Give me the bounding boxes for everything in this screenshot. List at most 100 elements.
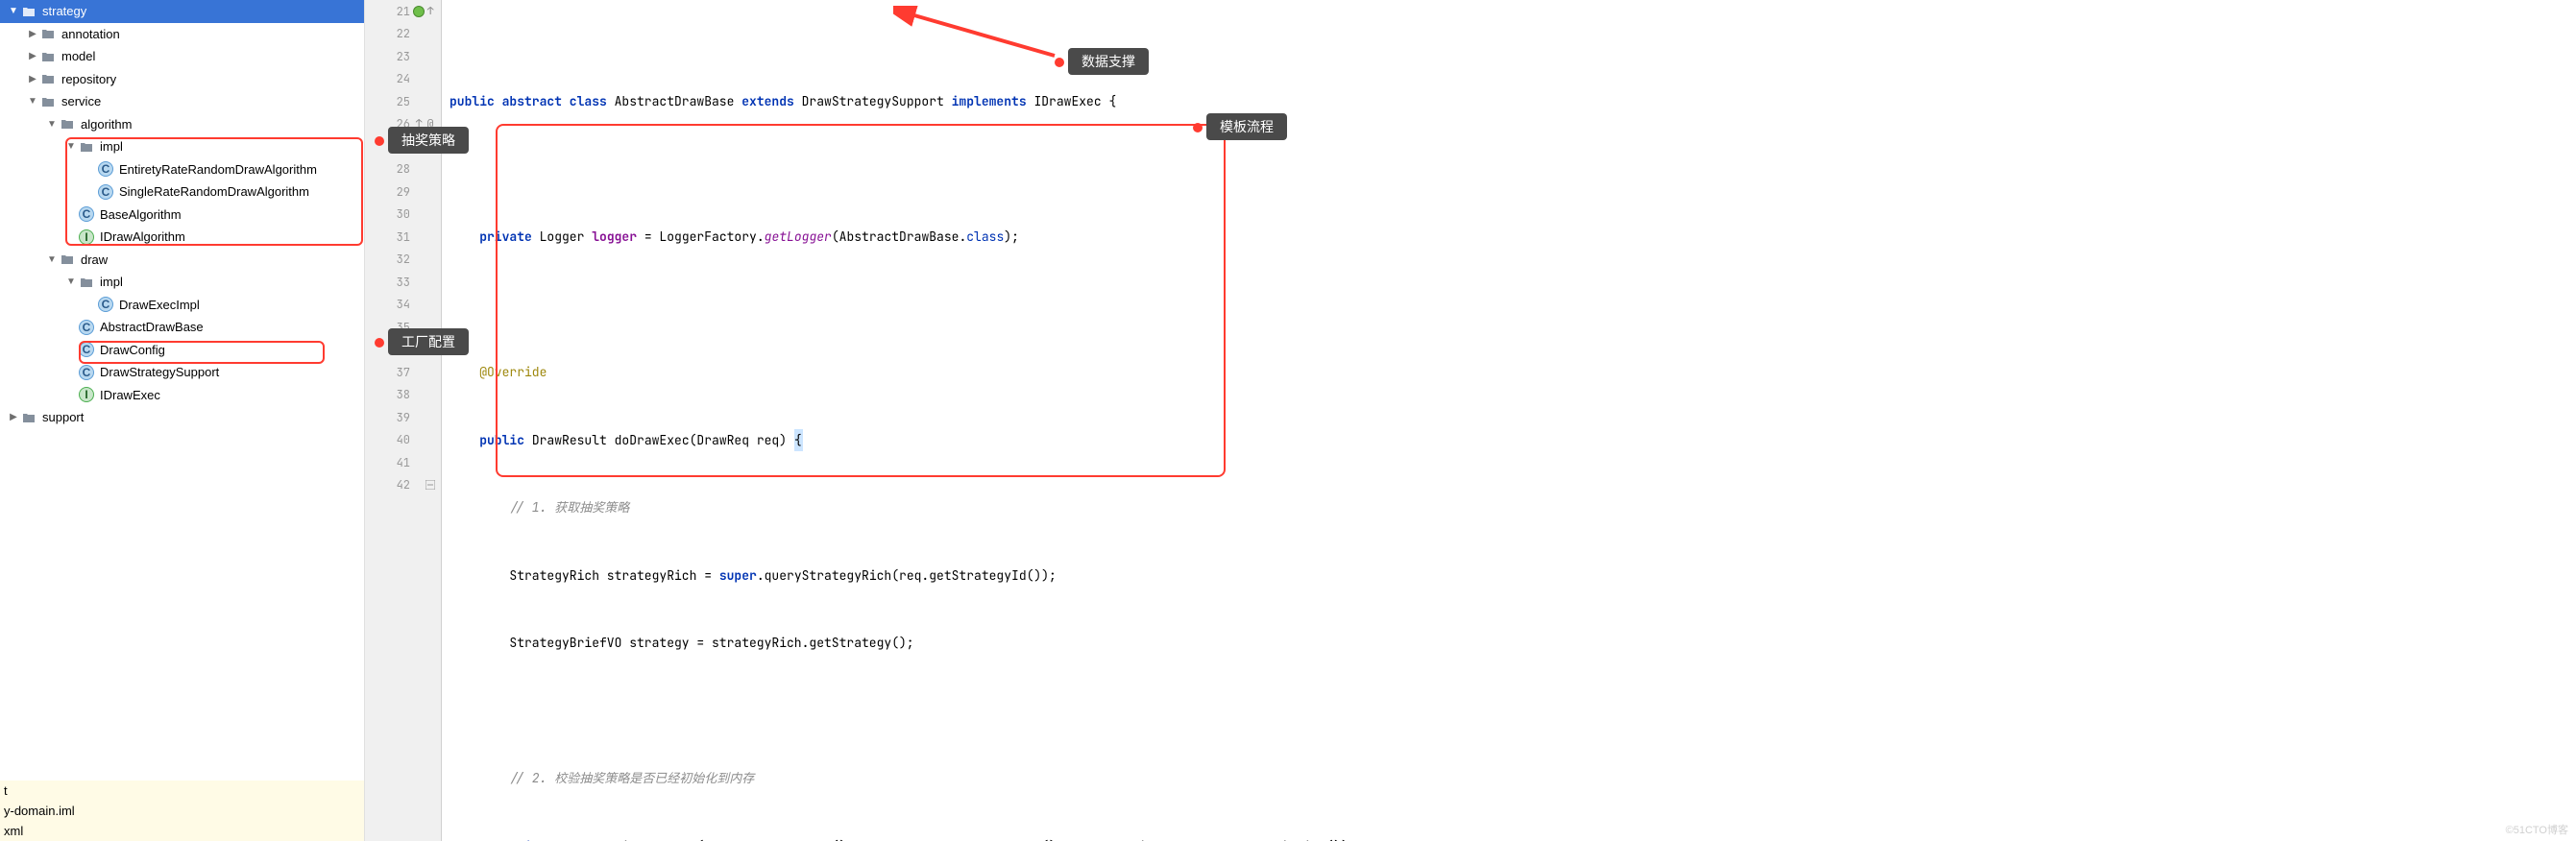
code-line-28[interactable]: StrategyRich strategyRich = super.queryS…	[450, 565, 2576, 588]
gutter-line-28[interactable]: 28	[365, 158, 441, 181]
chevron-down-icon[interactable]: ▼	[63, 139, 79, 155]
gutter-line-29[interactable]: 29	[365, 180, 441, 204]
tree-item-drawstrategysupport[interactable]: CDrawStrategySupport	[0, 361, 364, 384]
tree-item-annotation[interactable]: ▶ annotation	[0, 23, 364, 46]
tree-item-singleraterandomdrawalgorithm[interactable]: CSingleRateRandomDrawAlgorithm	[0, 180, 364, 204]
tree-item-algorithm[interactable]: ▼ algorithm	[0, 113, 364, 136]
gutter-line-41[interactable]: 41	[365, 451, 441, 474]
tree-label: strategy	[42, 4, 86, 18]
fold-gutter-icon[interactable]	[424, 478, 437, 492]
code-line-31[interactable]: // 2. 校验抽奖策略是否已经初始化到内存	[450, 767, 2576, 790]
class-icon: C	[98, 297, 113, 312]
code-line-29[interactable]: StrategyBriefVO strategy = strategyRich.…	[450, 632, 2576, 655]
code-line-32[interactable]: this.checkAndInitRateData(req.getStrateg…	[450, 835, 2576, 841]
chevron-right-icon[interactable]: ▶	[25, 49, 40, 64]
gutter-line-24[interactable]: 24	[365, 68, 441, 91]
chevron-right-icon[interactable]: ▶	[6, 410, 21, 425]
chevron-down-icon[interactable]: ▼	[44, 252, 60, 267]
tree-label: AbstractDrawBase	[100, 320, 204, 334]
tree-label: DrawExecImpl	[119, 298, 200, 312]
project-tree[interactable]: ▼strategy▶annotation▶model▶repository▼se…	[0, 0, 365, 841]
chevron-right-icon[interactable]: ▶	[25, 26, 40, 41]
gutter-line-32[interactable]: 32	[365, 249, 441, 272]
code-line-27[interactable]: // 1. 获取抽奖策略	[450, 496, 2576, 519]
code-line-22[interactable]	[450, 158, 2576, 181]
tree-label: algorithm	[81, 117, 132, 132]
arrow-spacer	[63, 320, 79, 335]
code-line-25[interactable]: @Override	[450, 361, 2576, 384]
tree-item-entiretyraterandomdrawalgorithm[interactable]: CEntiretyRateRandomDrawAlgorithm	[0, 158, 364, 181]
arrow-spacer	[63, 342, 79, 357]
tree-item-drawconfig[interactable]: CDrawConfig	[0, 339, 364, 362]
gutter-line-31[interactable]: 31	[365, 226, 441, 249]
override-gutter-icon[interactable]	[424, 5, 437, 18]
code-line-23[interactable]: private Logger logger = LoggerFactory.ge…	[450, 226, 2576, 249]
arrow-spacer	[63, 365, 79, 380]
callout-template-flow: 模板流程	[1206, 113, 1287, 140]
callout-dot	[1193, 123, 1203, 132]
tree-item-support[interactable]: ▶ support	[0, 406, 364, 429]
tree-item-impl[interactable]: ▼ impl	[0, 271, 364, 294]
chevron-down-icon[interactable]: ▼	[6, 4, 21, 19]
gutter-line-40[interactable]: 40	[365, 429, 441, 452]
tree-label: annotation	[61, 27, 120, 41]
callout-factory-config: 工厂配置	[388, 328, 469, 355]
folder-icon	[60, 116, 75, 132]
folder-icon	[40, 71, 56, 86]
class-icon: C	[79, 320, 94, 335]
code-line-24[interactable]	[450, 294, 2576, 317]
tree-item-strategy[interactable]: ▼ strategy	[0, 0, 364, 23]
callout-lottery-strategy: 抽奖策略	[388, 127, 469, 154]
folder-icon	[79, 275, 94, 290]
tree-item-impl[interactable]: ▼impl	[0, 135, 364, 158]
tree-label: IDrawAlgorithm	[100, 229, 185, 244]
folder-icon	[60, 252, 75, 267]
gutter-line-42[interactable]: 42	[365, 474, 441, 497]
chevron-down-icon[interactable]: ▼	[44, 116, 60, 132]
arrow-spacer	[63, 387, 79, 402]
tree-item-repository[interactable]: ▶repository	[0, 68, 364, 91]
tree-label: impl	[100, 275, 123, 289]
tree-label: support	[42, 410, 84, 424]
gutter-line-23[interactable]: 23	[365, 45, 441, 68]
tree-label: BaseAlgorithm	[100, 207, 182, 222]
gutter-line-22[interactable]: 22	[365, 23, 441, 46]
tree-item-idrawalgorithm[interactable]: IIDrawAlgorithm	[0, 226, 364, 249]
tree-item-idrawexec[interactable]: IIDrawExec	[0, 384, 364, 407]
code-editor[interactable]: public abstract class AbstractDrawBase e…	[442, 0, 2576, 841]
gutter-line-38[interactable]: 38	[365, 384, 441, 407]
gutter-line-30[interactable]: 30	[365, 204, 441, 227]
chevron-down-icon[interactable]: ▼	[63, 275, 79, 290]
tree-item-abstractdrawbase[interactable]: C AbstractDrawBase	[0, 316, 364, 339]
interface-icon: I	[79, 387, 94, 402]
code-line-30[interactable]	[450, 700, 2576, 723]
arrow-spacer	[83, 161, 98, 177]
tree-item-draw[interactable]: ▼draw	[0, 249, 364, 272]
gutter-line-25[interactable]: 25	[365, 90, 441, 113]
bottom-file[interactable]: xml	[0, 821, 364, 841]
code-line-26[interactable]: public DrawResult doDrawExec(DrawReq req…	[450, 429, 2576, 452]
bottom-file[interactable]: y-domain.iml	[0, 801, 364, 821]
code-line-21[interactable]: public abstract class AbstractDrawBase e…	[450, 90, 2576, 113]
tree-label: service	[61, 94, 101, 108]
chevron-down-icon[interactable]: ▼	[25, 94, 40, 109]
arrow-spacer	[63, 206, 79, 222]
gutter-line-39[interactable]: 39	[365, 406, 441, 429]
tree-item-service[interactable]: ▼ service	[0, 90, 364, 113]
tree-item-model[interactable]: ▶model	[0, 45, 364, 68]
gutter-line-37[interactable]: 37	[365, 361, 441, 384]
tree-item-drawexecimpl[interactable]: C DrawExecImpl	[0, 294, 364, 317]
chevron-right-icon[interactable]: ▶	[25, 71, 40, 86]
tree-item-basealgorithm[interactable]: C BaseAlgorithm	[0, 204, 364, 227]
tree-label: DrawStrategySupport	[100, 365, 219, 379]
gutter-line-21[interactable]: 21	[365, 0, 441, 23]
gutter-line-33[interactable]: 33	[365, 271, 441, 294]
class-icon: C	[79, 206, 94, 222]
arrow-spacer	[83, 184, 98, 200]
folder-icon	[40, 26, 56, 41]
class-icon: C	[98, 161, 113, 177]
bottom-file[interactable]: t	[0, 781, 364, 801]
folder-icon	[79, 139, 94, 155]
callout-data-support: 数据支撑	[1068, 48, 1149, 75]
gutter-line-34[interactable]: 34	[365, 294, 441, 317]
